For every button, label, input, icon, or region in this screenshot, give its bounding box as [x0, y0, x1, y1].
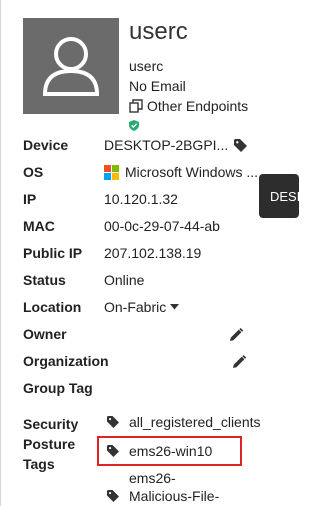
copy-icon — [129, 99, 143, 113]
other-endpoints-label: Other Endpoints — [147, 98, 249, 114]
tag-icon — [107, 490, 119, 502]
organization-row: Organization — [23, 353, 253, 373]
username-text: userc — [129, 58, 164, 74]
ip-label: IP — [23, 191, 37, 207]
posture-tag-text: all_registered_clients — [129, 414, 261, 430]
posture-tag-item: Malicious-File- — [107, 488, 219, 504]
location-value-text: On-Fabric — [104, 299, 167, 315]
user-name-title: userc — [129, 18, 188, 45]
edit-owner-pencil-icon[interactable] — [230, 328, 243, 341]
organization-label: Organization — [23, 353, 109, 369]
posture-tag-item: all_registered_clients — [107, 414, 261, 430]
public-ip-label: Public IP — [23, 245, 83, 261]
location-dropdown[interactable]: On-Fabric — [104, 299, 180, 315]
owner-label: Owner — [23, 326, 67, 342]
security-posture-label-line3: Tags — [23, 456, 55, 472]
device-label: Device — [23, 137, 69, 153]
os-label: OS — [23, 164, 44, 180]
public-ip-value: 207.102.138.19 — [104, 245, 202, 261]
status-value: Online — [104, 272, 145, 288]
device-value[interactable]: DESKTOP-2BGPI... — [104, 137, 248, 153]
device-name-tooltip: DESKT — [259, 174, 299, 218]
security-posture-label-line2: Posture — [23, 436, 76, 452]
ip-value: 10.120.1.32 — [104, 191, 178, 207]
email-text: No Email — [129, 78, 186, 94]
compliance-shield-icon — [127, 118, 141, 132]
group-tag-label: Group Tag — [23, 380, 93, 396]
posture-tag-text: ems26- — [129, 470, 176, 486]
tooltip-text: DESKT — [270, 188, 299, 204]
avatar — [23, 18, 141, 132]
windows-logo-icon — [104, 164, 119, 180]
os-value: Microsoft Windows ... — [104, 164, 258, 180]
other-endpoints-link[interactable]: Other Endpoints — [129, 98, 248, 114]
tag-icon — [234, 138, 248, 152]
endpoint-detail-panel: userc userc No Email Other Endpoints Dev… — [0, 0, 286, 506]
status-label: Status — [23, 272, 66, 288]
user-silhouette-icon — [42, 37, 100, 96]
edit-organization-pencil-icon[interactable] — [233, 355, 246, 368]
tag-icon — [107, 416, 119, 428]
posture-tag-text: Malicious-File- — [129, 488, 220, 504]
mac-label: MAC — [23, 218, 55, 234]
security-posture-label-line1: Security — [23, 416, 79, 432]
device-name-text: DESKTOP-2BGPI... — [104, 137, 229, 153]
location-label: Location — [23, 299, 82, 315]
security-posture-label: Security Posture Tags — [23, 414, 78, 474]
mac-value: 00-0c-29-07-44-ab — [104, 218, 220, 234]
os-name-text: Microsoft Windows ... — [125, 164, 259, 180]
highlight-box — [97, 436, 242, 466]
caret-down-icon — [170, 304, 180, 310]
owner-row: Owner — [23, 326, 253, 346]
